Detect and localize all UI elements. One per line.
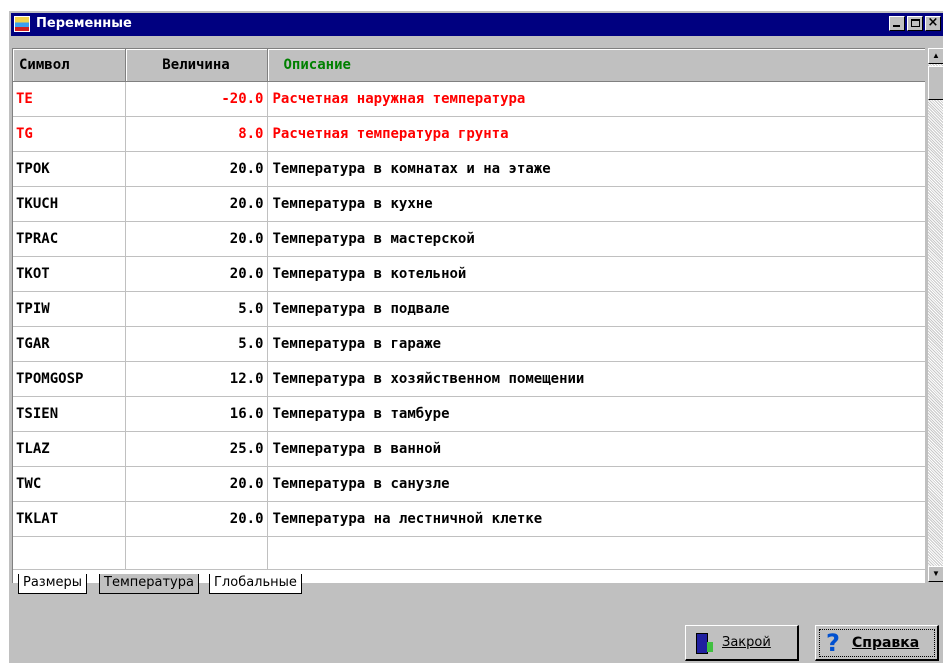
cell-symbol[interactable]: TG: [13, 116, 126, 152]
maximize-button[interactable]: [907, 16, 923, 31]
cell-description[interactable]: Температура в котельной: [267, 256, 925, 292]
cell-description[interactable]: Расчетная температура грунта: [267, 116, 925, 152]
empty-cell[interactable]: [125, 536, 268, 570]
table-row[interactable]: TKOT 20.0 Температура в котельной: [13, 256, 925, 292]
tab-temperature[interactable]: Температура: [99, 574, 199, 594]
cell-value[interactable]: -20.0: [125, 81, 268, 117]
scroll-thumb[interactable]: [928, 66, 943, 100]
column-header-value[interactable]: Величина: [125, 49, 268, 82]
cell-description[interactable]: Температура в кухне: [267, 186, 925, 222]
scroll-up-button[interactable]: ▲: [928, 48, 943, 64]
window-title: Переменные: [36, 16, 132, 31]
table-row[interactable]: TSIEN 16.0 Температура в тамбуре: [13, 396, 925, 432]
close-icon: ×: [927, 15, 939, 30]
cell-value[interactable]: 20.0: [125, 501, 268, 537]
cell-value[interactable]: 16.0: [125, 396, 268, 432]
table-row[interactable]: TKLAT 20.0 Температура на лестничной клетк…: [13, 501, 925, 537]
app-icon: [14, 16, 30, 32]
cell-value[interactable]: 8.0: [125, 116, 268, 152]
cell-value[interactable]: 20.0: [125, 256, 268, 292]
empty-row[interactable]: [13, 536, 925, 570]
cell-symbol[interactable]: TGAR: [13, 326, 126, 362]
door-exit-icon: [692, 632, 714, 654]
table-row[interactable]: TG 8.0 Расчетная температура грунта: [13, 116, 925, 152]
cell-symbol[interactable]: TPRAC: [13, 221, 126, 257]
tab-sizes[interactable]: Размеры: [18, 574, 88, 594]
cell-value[interactable]: 20.0: [125, 186, 268, 222]
title-bar[interactable]: Переменные ×: [11, 13, 943, 36]
title-bar-buttons: ×: [889, 15, 941, 31]
table-row[interactable]: TLAZ 25.0 Температура в ванной: [13, 431, 925, 467]
close-button-label: Закрой: [722, 635, 771, 650]
variables-grid[interactable]: Символ Величина Описание TE -20.0 Расчетна…: [12, 48, 925, 583]
button-bar: Закрой ? Справка: [9, 601, 943, 663]
minimize-icon: [893, 25, 900, 27]
cell-description[interactable]: Температура в подвале: [267, 291, 925, 327]
minimize-button[interactable]: [889, 16, 905, 31]
cell-description[interactable]: Температура в хозяйственном помещении: [267, 361, 925, 397]
cell-symbol[interactable]: TE: [13, 81, 126, 117]
close-button[interactable]: Закрой: [685, 625, 799, 661]
table-row[interactable]: TPIW 5.0 Температура в подвале: [13, 291, 925, 327]
table-row[interactable]: TGAR 5.0 Температура в гараже: [13, 326, 925, 362]
cell-description[interactable]: Температура в ванной: [267, 431, 925, 467]
cell-value[interactable]: 20.0: [125, 466, 268, 502]
column-header-description[interactable]: Описание: [267, 49, 925, 82]
table-row[interactable]: TPRAC 20.0 Температура в мастерской: [13, 221, 925, 257]
help-button-label: Справка: [852, 634, 920, 651]
cell-symbol[interactable]: TLAZ: [13, 431, 126, 467]
empty-cell[interactable]: [267, 536, 925, 570]
table-row[interactable]: TE -20.0 Расчетная наружная температура: [13, 81, 925, 117]
column-header-symbol[interactable]: Символ: [13, 49, 126, 82]
cell-symbol[interactable]: TPOMGOSP: [13, 361, 126, 397]
cell-value[interactable]: 20.0: [125, 221, 268, 257]
cell-description[interactable]: Температура на лестничной клетке: [267, 501, 925, 537]
cell-value[interactable]: 20.0: [125, 151, 268, 187]
cell-symbol[interactable]: TPIW: [13, 291, 126, 327]
cell-value[interactable]: 5.0: [125, 326, 268, 362]
cell-description[interactable]: Температура в гараже: [267, 326, 925, 362]
grid-header-row: Символ Величина Описание: [13, 49, 925, 82]
cell-value[interactable]: 25.0: [125, 431, 268, 467]
close-window-button[interactable]: ×: [925, 15, 941, 31]
cell-symbol[interactable]: TKOT: [13, 256, 126, 292]
cell-description[interactable]: Температура в санузле: [267, 466, 925, 502]
cell-symbol[interactable]: TWC: [13, 466, 126, 502]
help-button[interactable]: ? Справка: [815, 625, 939, 661]
cell-value[interactable]: 5.0: [125, 291, 268, 327]
table-row[interactable]: TPOK 20.0 Температура в комнатах и на этаж…: [13, 151, 925, 187]
cell-symbol[interactable]: TKLAT: [13, 501, 126, 537]
table-row[interactable]: TKUCH 20.0 Температура в кухне: [13, 186, 925, 222]
empty-cell[interactable]: [13, 536, 126, 570]
maximize-icon: [911, 19, 920, 27]
cell-description[interactable]: Температура в тамбуре: [267, 396, 925, 432]
cell-symbol[interactable]: TKUCH: [13, 186, 126, 222]
vertical-scrollbar[interactable]: ▲ ▼: [928, 48, 943, 582]
tab-global[interactable]: Глобальные: [209, 574, 302, 594]
cell-symbol[interactable]: TSIEN: [13, 396, 126, 432]
sheet-tabs: Размеры Температура Глобальные: [12, 574, 943, 600]
table-row[interactable]: TWC 20.0 Температура в санузле: [13, 466, 925, 502]
variables-window: Переменные × Символ Величина Описание TE…: [8, 10, 943, 663]
table-row[interactable]: TPOMGOSP 12.0 Температура в хозяйственном …: [13, 361, 925, 397]
cell-description[interactable]: Температура в комнатах и на этаже: [267, 151, 925, 187]
cell-description[interactable]: Температура в мастерской: [267, 221, 925, 257]
cell-value[interactable]: 12.0: [125, 361, 268, 397]
cell-symbol[interactable]: TPOK: [13, 151, 126, 187]
question-mark-icon: ?: [826, 628, 840, 657]
cell-description[interactable]: Расчетная наружная температура: [267, 81, 925, 117]
